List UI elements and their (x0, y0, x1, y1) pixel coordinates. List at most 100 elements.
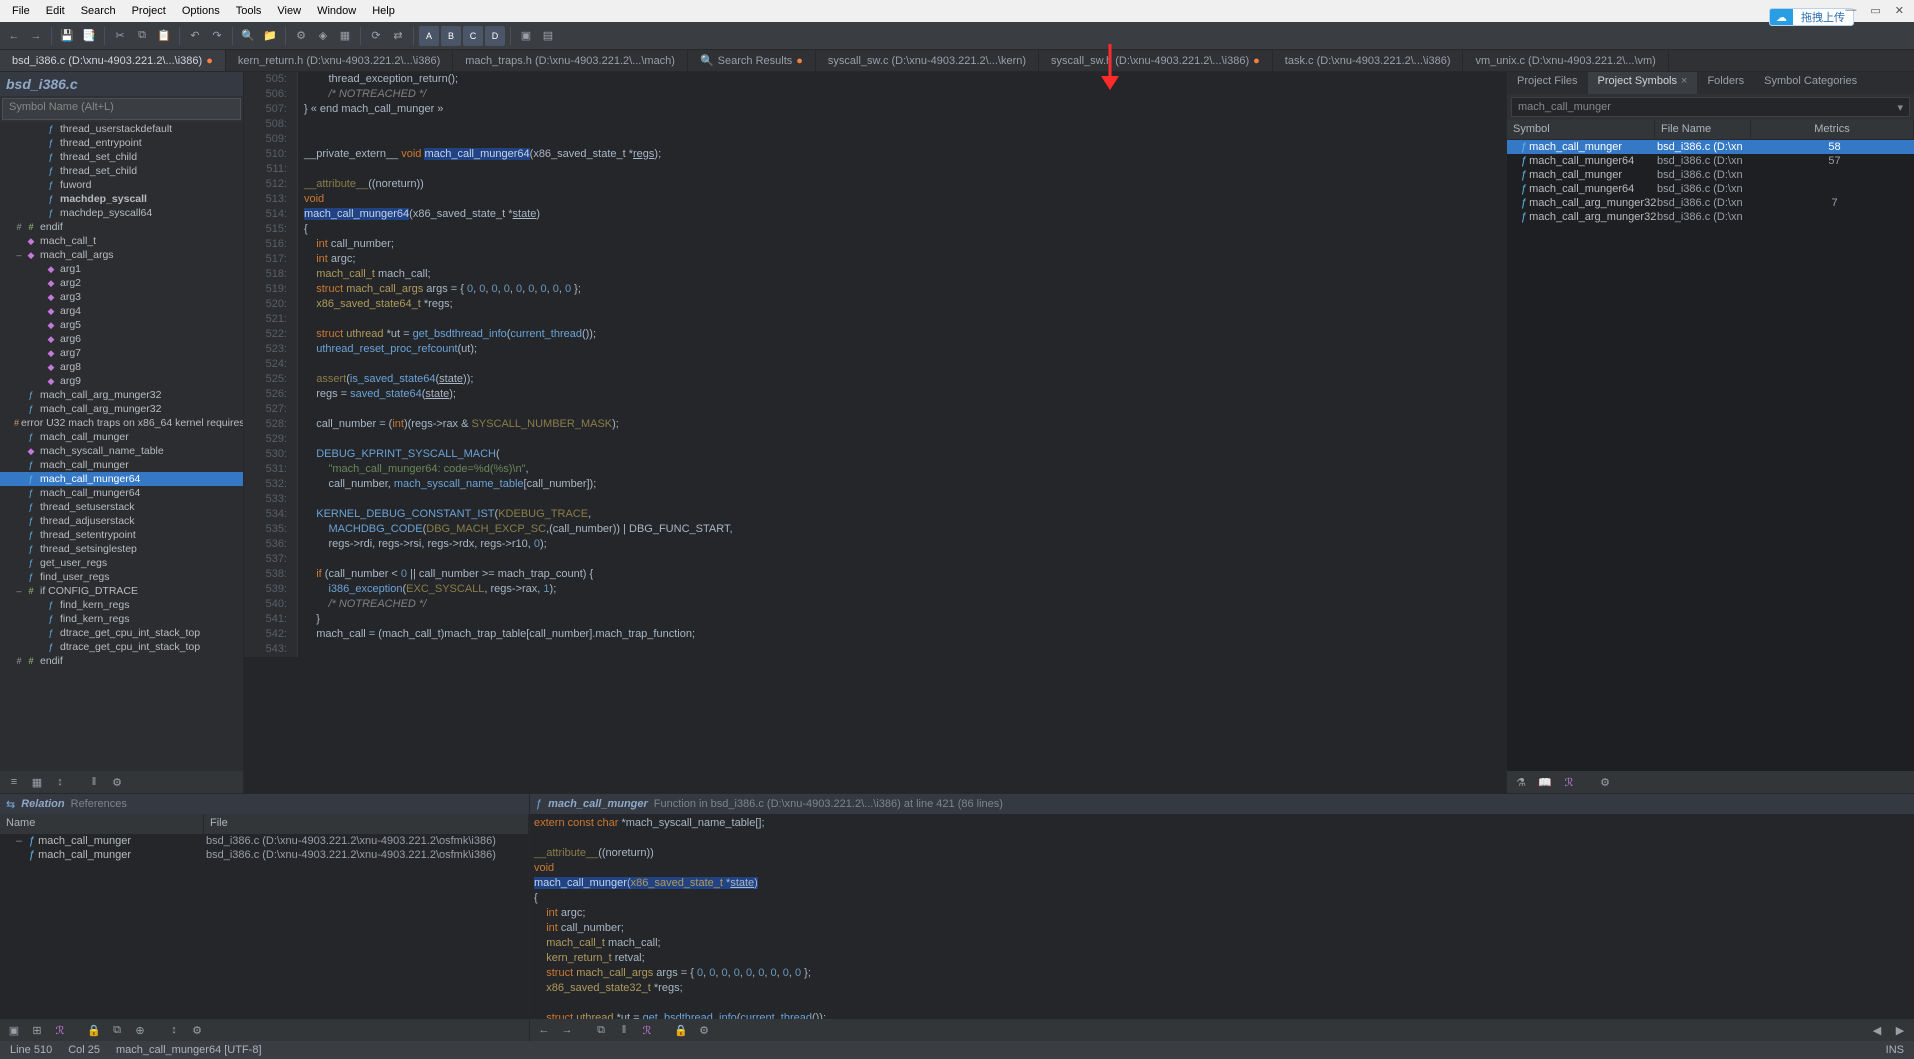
file-tab[interactable]: kern_return.h (D:\xnu-4903.221.2\...\i38… (226, 50, 453, 71)
symbol-row[interactable]: ƒmach_call_mungerbsd_i386.c (D:\xn (1507, 168, 1914, 182)
tree-row[interactable]: ◆arg8 (0, 360, 243, 374)
nav-back-icon[interactable]: ← (4, 26, 24, 46)
dropdown-icon[interactable]: ▾ (1897, 101, 1903, 114)
col-name[interactable]: Name (0, 814, 204, 834)
prev-fwd-icon[interactable]: → (557, 1020, 577, 1040)
copy-icon[interactable]: ⧉ (132, 26, 152, 46)
save-icon[interactable]: 💾 (57, 26, 77, 46)
tree-row[interactable]: ƒthread_adjuserstack (0, 514, 243, 528)
sort-icon[interactable]: ↕ (50, 772, 70, 792)
grid-icon[interactable]: ▦ (27, 772, 47, 792)
tree-row[interactable]: ƒdtrace_get_cpu_int_stack_top (0, 640, 243, 654)
symbol-row[interactable]: ƒmach_call_arg_munger32bsd_i386.c (D:\xn… (1507, 196, 1914, 210)
tree-row[interactable]: ƒmachdep_syscall (0, 192, 243, 206)
copy2-icon[interactable]: ⧉ (107, 1020, 127, 1040)
tree-row[interactable]: ◆arg2 (0, 276, 243, 290)
tree-row[interactable]: ƒmach_call_munger64 (0, 486, 243, 500)
tree-row[interactable]: ƒfuword (0, 178, 243, 192)
tree-row[interactable]: ƒfind_user_regs (0, 570, 243, 584)
tree-row[interactable]: ƒmach_call_arg_munger32 (0, 388, 243, 402)
rel-link-icon[interactable]: ℛ (50, 1020, 70, 1040)
prev-cols-icon[interactable]: ‖ (614, 1020, 634, 1040)
cut-icon[interactable]: ✂ (110, 26, 130, 46)
symbol-row[interactable]: ƒmach_call_arg_munger32bsd_i386.c (D:\xn (1507, 210, 1914, 224)
file-tab[interactable]: bsd_i386.c (D:\xnu-4903.221.2\...\i386) … (0, 50, 226, 71)
menu-edit[interactable]: Edit (38, 3, 73, 19)
layout-icon[interactable]: ▣ (516, 26, 536, 46)
code-editor[interactable]: 505:506:507:508:509:510:511:512:513:514:… (244, 72, 1506, 793)
menu-window[interactable]: Window (309, 3, 364, 19)
col-symbol[interactable]: Symbol (1507, 120, 1655, 139)
tree-row[interactable]: ##endif (0, 654, 243, 668)
file-tab[interactable]: syscall_sw.c (D:\xnu-4903.221.2\...\kern… (816, 50, 1039, 71)
paste-icon[interactable]: 📋 (154, 26, 174, 46)
prev-right-icon[interactable]: ▶ (1890, 1020, 1910, 1040)
tree-row[interactable]: ◆mach_syscall_name_table (0, 444, 243, 458)
tree-row[interactable]: ◆arg7 (0, 346, 243, 360)
tree-row[interactable]: #error U32 mach traps on x86_64 kernel r… (0, 416, 243, 430)
file-tab[interactable]: task.c (D:\xnu-4903.221.2\...\i386) (1273, 50, 1464, 71)
preview-code[interactable]: extern const char *mach_syscall_name_tab… (530, 814, 1914, 1019)
list-icon[interactable]: ≡ (4, 772, 24, 792)
symbol-filter-input[interactable]: Symbol Name (Alt+L) (2, 98, 241, 120)
nav-fwd-icon[interactable]: → (26, 26, 46, 46)
menu-file[interactable]: File (4, 3, 38, 19)
tool-icon[interactable]: ⚙ (291, 26, 311, 46)
relation-list[interactable]: –ƒmach_call_mungerbsd_i386.c (D:\xnu-490… (0, 834, 529, 1019)
file-tab[interactable]: vm_unix.c (D:\xnu-4903.221.2\...\vm) (1463, 50, 1668, 71)
tree-twisty[interactable]: – (14, 586, 24, 596)
tree-row[interactable]: ƒfind_kern_regs (0, 612, 243, 626)
view-icon[interactable]: ▣ (4, 1020, 24, 1040)
col-file[interactable]: File (204, 814, 529, 834)
file-tab[interactable]: mach_traps.h (D:\xnu-4903.221.2\...\mach… (453, 50, 688, 71)
gear-icon[interactable]: ⚙ (107, 772, 127, 792)
browse-icon[interactable]: 📁 (260, 26, 280, 46)
project-symbols-list[interactable]: ƒmach_call_mungerbsd_i386.c (D:\xn58ƒmac… (1507, 140, 1914, 771)
tree-row[interactable]: ƒthread_setentrypoint (0, 528, 243, 542)
symbol-row[interactable]: ƒmach_call_munger64bsd_i386.c (D:\xn57 (1507, 154, 1914, 168)
prev-copy-icon[interactable]: ⧉ (591, 1020, 611, 1040)
symbol-row[interactable]: ƒmach_call_mungerbsd_i386.c (D:\xn58 (1507, 140, 1914, 154)
tree-row[interactable]: ◆mach_call_t (0, 234, 243, 248)
tree-twisty[interactable]: – (16, 835, 26, 847)
gear2-icon[interactable]: ⚙ (187, 1020, 207, 1040)
tree-row[interactable]: ƒthread_set_child (0, 150, 243, 164)
tree-twisty[interactable]: # (14, 222, 24, 232)
file-tab[interactable]: syscall_sw.h (D:\xnu-4903.221.2\...\i386… (1039, 50, 1273, 71)
tree-row[interactable]: ◆arg3 (0, 290, 243, 304)
book-icon[interactable]: 📖 (1535, 772, 1555, 792)
tree-row[interactable]: ƒthread_entrypoint (0, 136, 243, 150)
save-all-icon[interactable]: 📑 (79, 26, 99, 46)
prev-gear-icon[interactable]: ⚙ (694, 1020, 714, 1040)
lock-icon[interactable]: 🔒 (84, 1020, 104, 1040)
relation-row[interactable]: –ƒmach_call_mungerbsd_i386.c (D:\xnu-490… (0, 834, 529, 848)
gear-icon[interactable]: ⚙ (1595, 772, 1615, 792)
tree-row[interactable]: –◆mach_call_args (0, 248, 243, 262)
box-a-icon[interactable]: A (419, 26, 439, 46)
link-icon[interactable]: ℛ (1559, 772, 1579, 792)
prev-back-icon[interactable]: ← (534, 1020, 554, 1040)
tree-row[interactable]: ƒfind_kern_regs (0, 598, 243, 612)
tree-row[interactable]: ◆arg9 (0, 374, 243, 388)
col-filename[interactable]: File Name (1655, 120, 1751, 139)
file-tab[interactable]: 🔍 Search Results ● (688, 50, 816, 71)
relation-row[interactable]: ƒmach_call_mungerbsd_i386.c (D:\xnu-4903… (0, 848, 529, 862)
tree-twisty[interactable]: # (14, 656, 24, 666)
tree-row[interactable]: ƒmach_call_munger (0, 458, 243, 472)
menu-tools[interactable]: Tools (228, 3, 270, 19)
box-c-icon[interactable]: C (463, 26, 483, 46)
tree-row[interactable]: ƒdtrace_get_cpu_int_stack_top (0, 626, 243, 640)
tree-row[interactable]: ◆arg4 (0, 304, 243, 318)
tree-row[interactable]: ƒmachdep_syscall64 (0, 206, 243, 220)
tree-row[interactable]: ƒmach_call_munger64 (0, 472, 243, 486)
box-d-icon[interactable]: D (485, 26, 505, 46)
redo-icon[interactable]: ↷ (207, 26, 227, 46)
tool3-icon[interactable]: ▦ (335, 26, 355, 46)
tree-row[interactable]: ##endif (0, 220, 243, 234)
tree-row[interactable]: –#if CONFIG_DTRACE (0, 584, 243, 598)
project-filter-input[interactable]: mach_call_munger ▾ (1511, 97, 1910, 117)
tree-twisty[interactable]: – (14, 250, 24, 260)
box-b-icon[interactable]: B (441, 26, 461, 46)
tree-row[interactable]: ƒget_user_regs (0, 556, 243, 570)
refresh-icon[interactable]: ⟳ (366, 26, 386, 46)
